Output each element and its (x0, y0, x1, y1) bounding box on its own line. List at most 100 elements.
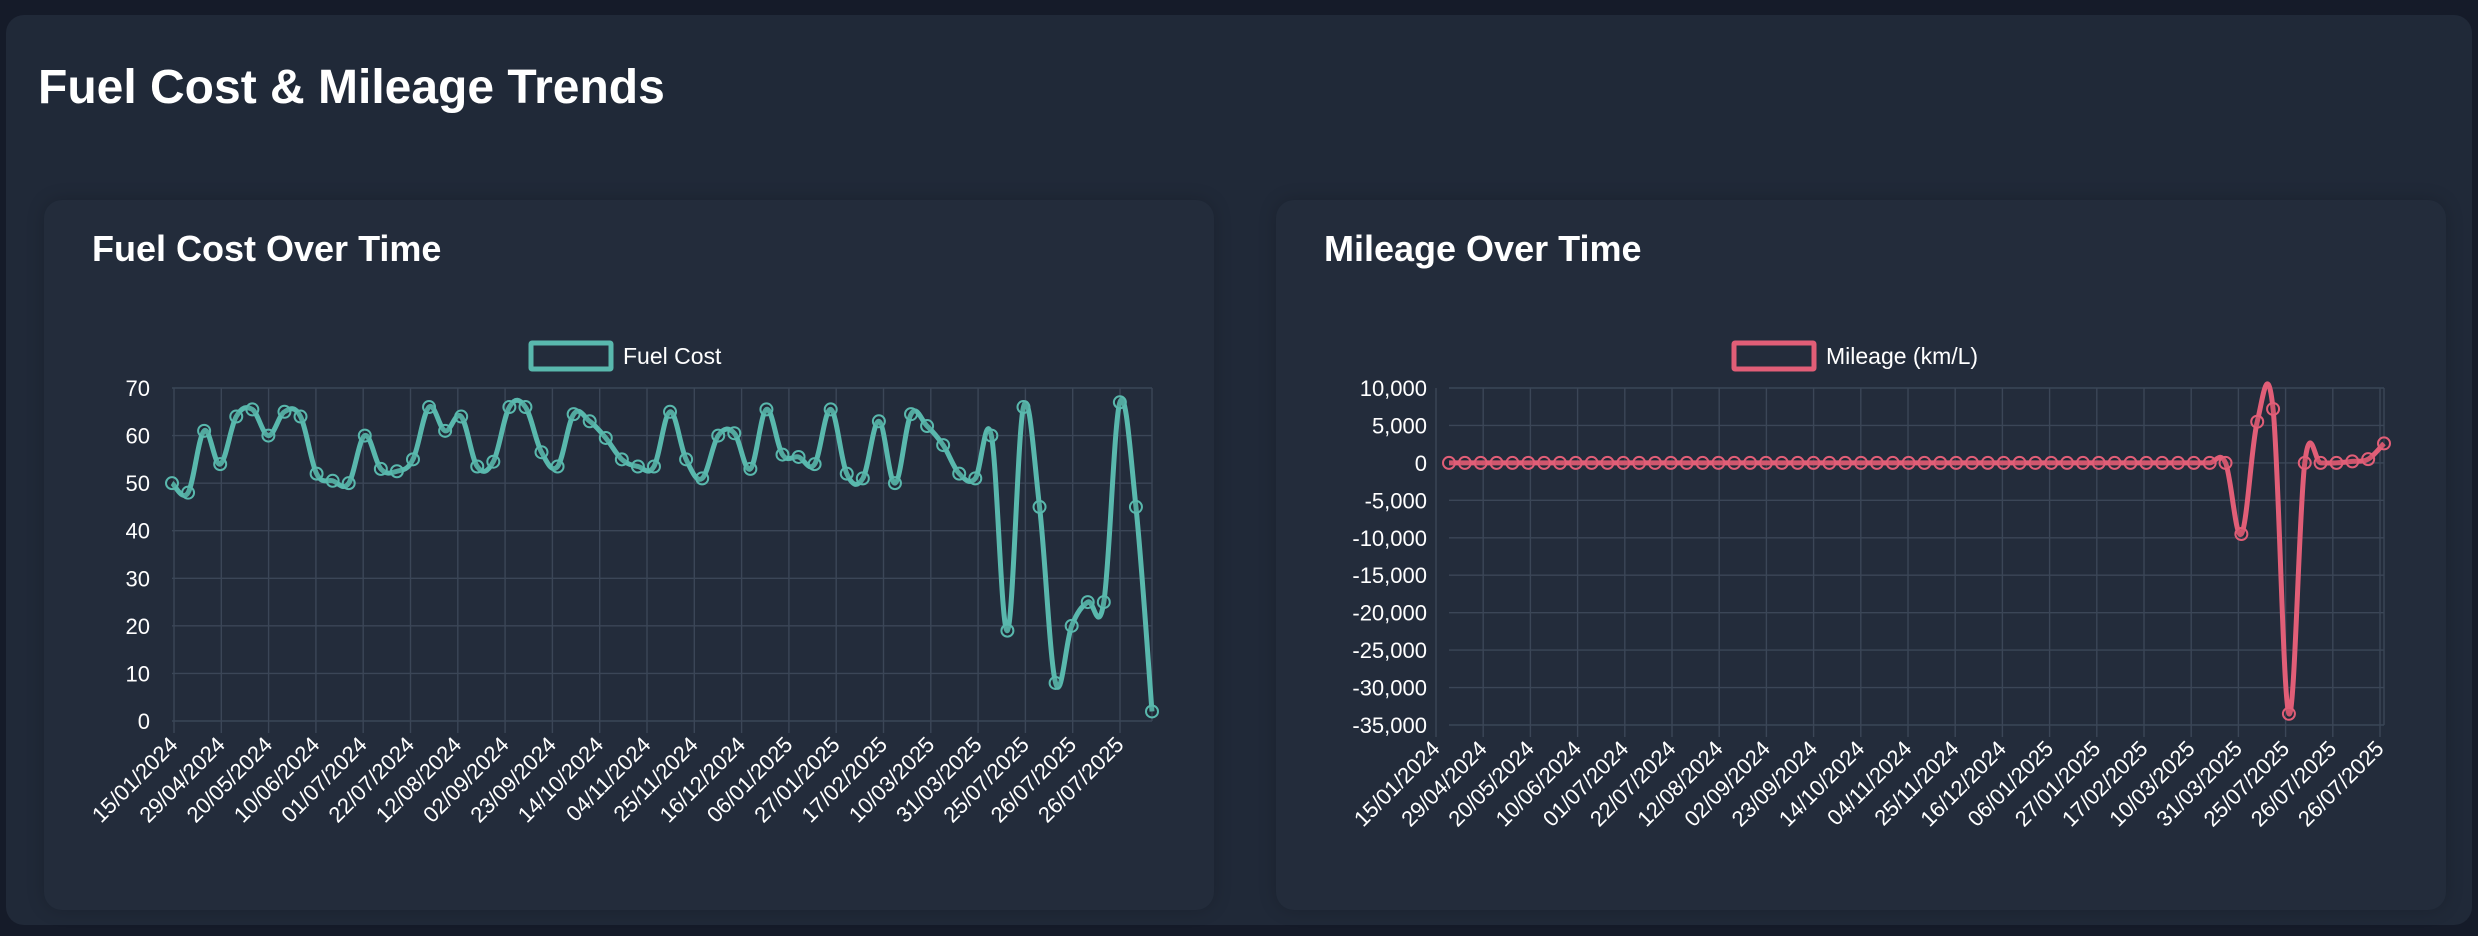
data-point[interactable] (1901, 455, 1916, 470)
data-point[interactable] (839, 466, 854, 481)
data-point[interactable] (245, 402, 260, 417)
data-point[interactable] (711, 428, 726, 443)
data-point[interactable] (791, 449, 806, 464)
data-point[interactable] (984, 428, 999, 443)
data-point[interactable] (1727, 455, 1742, 470)
data-point[interactable] (823, 402, 838, 417)
data-point[interactable] (855, 471, 870, 486)
data-point[interactable] (1806, 455, 1821, 470)
data-point[interactable] (1679, 455, 1694, 470)
data-point[interactable] (1822, 455, 1837, 470)
data-point[interactable] (1774, 455, 1789, 470)
data-point[interactable] (1145, 704, 1159, 719)
data-point[interactable] (1600, 455, 1615, 470)
data-point[interactable] (1980, 455, 1995, 470)
data-point[interactable] (1885, 455, 1900, 470)
data-point[interactable] (1743, 455, 1758, 470)
data-point[interactable] (2044, 455, 2059, 470)
data-point[interactable] (679, 452, 694, 467)
data-point[interactable] (1996, 455, 2011, 470)
data-point[interactable] (1473, 455, 1488, 470)
data-point[interactable] (646, 459, 661, 474)
data-point[interactable] (1505, 455, 1520, 470)
data-point[interactable] (663, 404, 678, 419)
data-point[interactable] (1096, 595, 1111, 610)
data-point[interactable] (309, 466, 324, 481)
data-point[interactable] (2297, 455, 2312, 470)
data-point[interactable] (2361, 452, 2376, 467)
data-point[interactable] (1632, 455, 1647, 470)
data-point[interactable] (1064, 618, 1079, 633)
data-point[interactable] (582, 414, 597, 429)
data-point[interactable] (614, 452, 629, 467)
data-point[interactable] (1711, 455, 1726, 470)
data-point[interactable] (2281, 706, 2296, 721)
data-point[interactable] (2155, 455, 2170, 470)
data-point[interactable] (2250, 414, 2265, 429)
data-point[interactable] (213, 457, 228, 472)
data-point[interactable] (261, 428, 276, 443)
data-point[interactable] (325, 473, 340, 488)
data-point[interactable] (341, 476, 356, 491)
data-point[interactable] (2170, 455, 2185, 470)
data-point[interactable] (1032, 499, 1047, 514)
data-point[interactable] (1758, 455, 1773, 470)
data-point[interactable] (2345, 454, 2360, 469)
data-point[interactable] (389, 464, 404, 479)
data-point[interactable] (502, 400, 517, 415)
data-point[interactable] (2313, 455, 2328, 470)
data-point[interactable] (2139, 455, 2154, 470)
data-point[interactable] (952, 466, 967, 481)
data-point[interactable] (1000, 623, 1015, 638)
data-point[interactable] (1790, 455, 1805, 470)
data-point[interactable] (1695, 455, 1710, 470)
data-point[interactable] (2186, 455, 2201, 470)
data-point[interactable] (165, 476, 179, 491)
data-point[interactable] (277, 404, 292, 419)
data-point[interactable] (630, 459, 645, 474)
data-point[interactable] (1933, 455, 1948, 470)
data-point[interactable] (920, 419, 935, 434)
data-point[interactable] (422, 400, 437, 415)
data-point[interactable] (1616, 455, 1631, 470)
data-point[interactable] (2107, 455, 2122, 470)
data-point[interactable] (1128, 499, 1143, 514)
data-point[interactable] (2075, 455, 2090, 470)
data-point[interactable] (293, 409, 308, 424)
data-point[interactable] (775, 447, 790, 462)
data-point[interactable] (454, 409, 469, 424)
data-point[interactable] (1048, 675, 1063, 690)
data-point[interactable] (1869, 455, 1884, 470)
data-point[interactable] (357, 428, 372, 443)
data-point[interactable] (1949, 455, 1964, 470)
data-point[interactable] (1584, 455, 1599, 470)
data-point[interactable] (1016, 400, 1031, 415)
data-point[interactable] (2234, 527, 2249, 542)
data-point[interactable] (807, 457, 822, 472)
data-point[interactable] (1854, 455, 1869, 470)
data-point[interactable] (1838, 455, 1853, 470)
data-point[interactable] (727, 426, 742, 441)
chart-legend[interactable]: Fuel Cost (528, 340, 722, 372)
data-point[interactable] (405, 452, 420, 467)
data-point[interactable] (470, 459, 485, 474)
data-point[interactable] (1648, 455, 1663, 470)
data-point[interactable] (904, 407, 919, 422)
data-point[interactable] (1489, 455, 1504, 470)
data-point[interactable] (534, 445, 549, 460)
data-point[interactable] (486, 454, 501, 469)
data-point[interactable] (598, 430, 613, 445)
data-point[interactable] (1663, 455, 1678, 470)
data-point[interactable] (2218, 455, 2233, 470)
data-point[interactable] (2060, 455, 2075, 470)
data-point[interactable] (1917, 455, 1932, 470)
data-point[interactable] (438, 423, 453, 438)
data-point[interactable] (2123, 455, 2138, 470)
data-point[interactable] (936, 438, 951, 453)
data-point[interactable] (1568, 455, 1583, 470)
data-point[interactable] (871, 414, 886, 429)
data-point[interactable] (1964, 455, 1979, 470)
data-point[interactable] (2012, 455, 2027, 470)
chart-legend[interactable]: Mileage (km/L) (1731, 340, 1978, 372)
data-point[interactable] (518, 400, 533, 415)
